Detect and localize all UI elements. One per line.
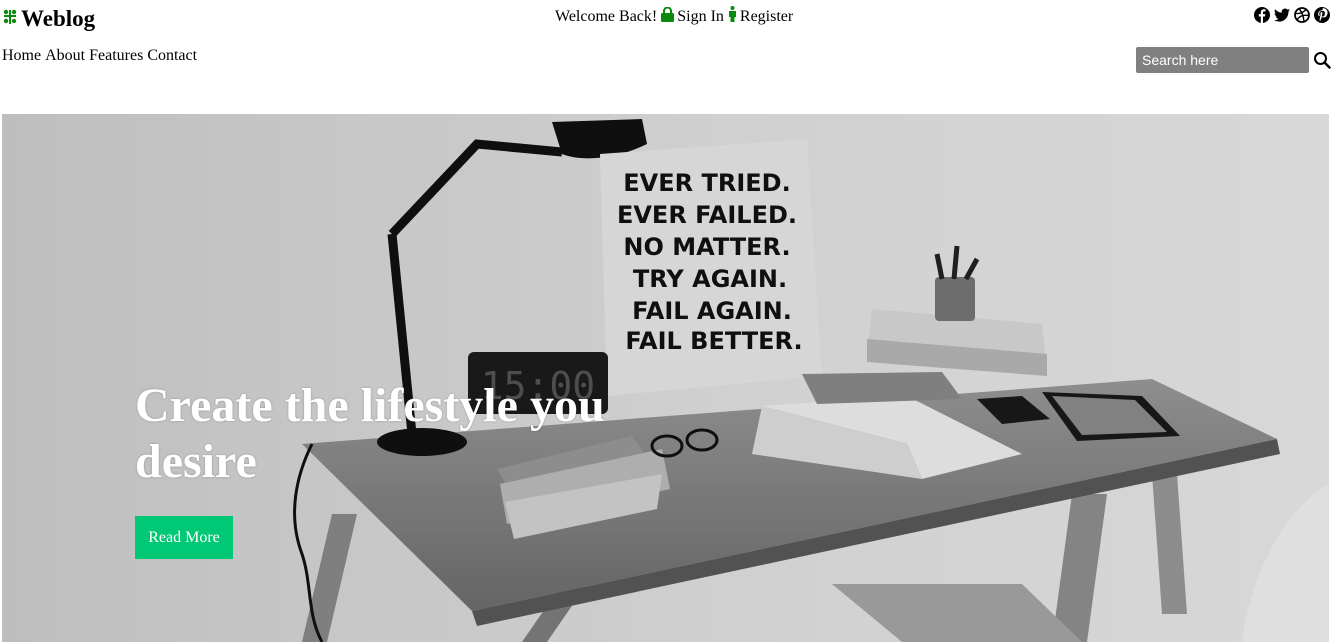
hero-title: Create the lifestyle you desire <box>135 379 605 488</box>
lock-icon <box>661 6 675 27</box>
facebook-icon[interactable] <box>1254 7 1270 23</box>
welcome-text: Welcome Back! <box>555 7 658 25</box>
nav-features[interactable]: Features <box>89 47 143 65</box>
logo-icon <box>2 9 18 29</box>
person-icon <box>728 6 737 27</box>
search-input[interactable] <box>1136 47 1309 73</box>
auth-bar: Welcome Back! Sign In Register <box>555 6 793 27</box>
hero-banner: EVER TRIED. EVER FAILED. NO MATTER. TRY … <box>2 114 1329 642</box>
dribbble-icon[interactable] <box>1294 7 1310 23</box>
nav-contact[interactable]: Contact <box>147 47 197 65</box>
sign-in-link[interactable]: Sign In <box>661 6 724 27</box>
register-link[interactable]: Register <box>728 6 793 27</box>
site-logo[interactable]: Weblog <box>2 6 95 32</box>
search-bar <box>1136 47 1331 73</box>
sign-in-label: Sign In <box>677 7 724 25</box>
read-more-button[interactable]: Read More <box>135 516 233 559</box>
twitter-icon[interactable] <box>1274 7 1290 23</box>
social-links <box>1254 7 1330 23</box>
search-icon[interactable] <box>1313 51 1331 69</box>
nav-about[interactable]: About <box>45 47 85 65</box>
main-nav: Home About Features Contact <box>2 47 197 65</box>
logo-text: Weblog <box>21 6 96 31</box>
pinterest-icon[interactable] <box>1314 7 1330 23</box>
nav-home[interactable]: Home <box>2 47 41 65</box>
register-label: Register <box>739 7 794 25</box>
